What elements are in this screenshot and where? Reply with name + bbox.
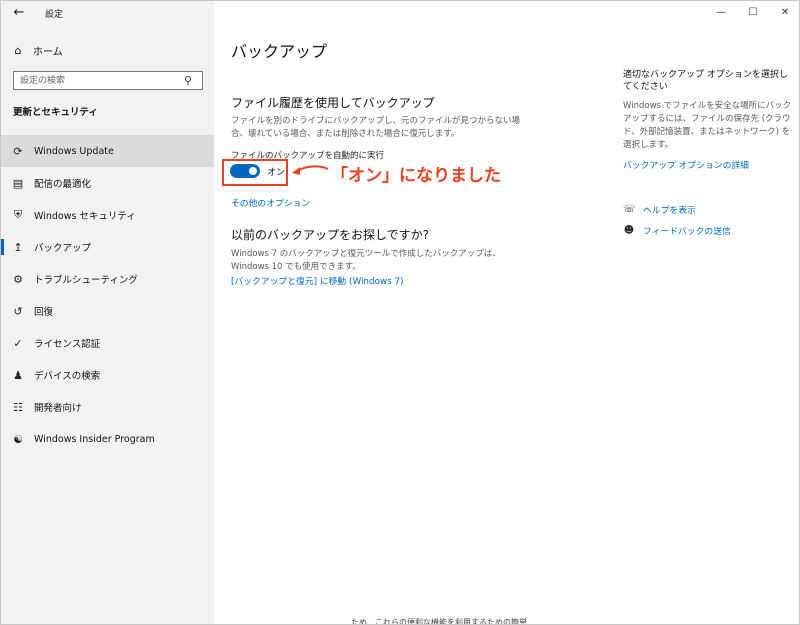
sidebar-item-activation[interactable]: ✓ ライセンス認証	[1, 327, 214, 359]
search-box[interactable]: ⚲	[13, 71, 203, 90]
section-title: 更新とセキュリティ	[13, 107, 98, 118]
background-peek-text: ため、これらの便利な機能を利用するための簡単	[351, 618, 527, 625]
file-history-heading: ファイル履歴を使用してバックアップ	[231, 96, 435, 110]
main-content: — ☐ ✕ バックアップ ファイル履歴を使用してバックアップ ファイルを別のドラ…	[214, 1, 799, 624]
back-arrow-icon[interactable]: ←	[9, 3, 29, 23]
feedback-icon: ☻	[623, 225, 635, 236]
sidebar-item-label: ライセンス認証	[34, 339, 101, 350]
sidebar-item-windows-update[interactable]: ⟳ Windows Update	[1, 135, 214, 167]
sidebar: ← 設定 ⌂ ホーム ⚲ 更新とセキュリティ ⟳ Windows Update …	[1, 1, 214, 624]
more-options-link[interactable]: その他のオプション	[231, 196, 310, 209]
home-icon: ⌂	[14, 43, 22, 57]
get-help-label: ヘルプを表示	[643, 206, 696, 216]
sidebar-item-windows-security[interactable]: ⛨ Windows セキュリティ	[1, 199, 214, 231]
settings-window: ← 設定 ⌂ ホーム ⚲ 更新とセキュリティ ⟳ Windows Update …	[0, 0, 800, 625]
sidebar-item-backup[interactable]: ↥ バックアップ	[1, 231, 214, 263]
sidebar-nav: ⟳ Windows Update ▤ 配信の最適化 ⛨ Windows セキュリ…	[1, 135, 214, 455]
sidebar-item-label: 回復	[34, 307, 54, 318]
get-help-link[interactable]: ☏ ヘルプを表示	[623, 203, 696, 216]
sidebar-item-label: バックアップ	[34, 243, 92, 254]
wrench-icon: ⚙	[13, 272, 23, 286]
older-backup-heading: 以前のバックアップをお探しですか?	[231, 228, 430, 242]
delivery-icon: ▤	[12, 176, 24, 190]
recovery-icon: ↺	[13, 304, 23, 318]
sidebar-item-label: Windows Update	[34, 145, 114, 157]
sidebar-item-find-device[interactable]: ♟ デバイスの検索	[1, 359, 214, 391]
sidebar-item-label: 配信の最適化	[34, 179, 92, 190]
search-input[interactable]	[14, 72, 179, 89]
close-icon[interactable]: ✕	[769, 1, 799, 25]
older-backup-description: Windows 7 のバックアップと復元ツールで作成したバックアップは、Wind…	[231, 249, 501, 272]
file-history-description: ファイルを別のドライブにバックアップし、元のファイルが見つからない場合、壊れてい…	[231, 116, 521, 139]
sidebar-item-troubleshoot[interactable]: ⚙ トラブルシューティング	[1, 263, 214, 295]
sidebar-item-label: Windows セキュリティ	[34, 211, 136, 222]
right-panel-heading: 適切なバックアップ オプションを選択してください	[623, 70, 788, 92]
sidebar-item-delivery-optimization[interactable]: ▤ 配信の最適化	[1, 167, 214, 199]
backup-icon: ↥	[13, 240, 23, 254]
annotation-text: 「オン」になりました	[331, 166, 501, 186]
window-controls: — ☐ ✕	[705, 1, 799, 25]
sidebar-item-label: トラブルシューティング	[34, 275, 138, 286]
sidebar-item-insider[interactable]: ☯ Windows Insider Program	[1, 423, 214, 455]
home-label: ホーム	[33, 46, 63, 58]
backup-restore-link[interactable]: [バックアップと復元] に移動 (Windows 7)	[231, 274, 404, 287]
sidebar-item-label: デバイスの検索	[34, 371, 101, 382]
right-panel-description: Windows でファイルを安全な場所にバックアップするには、ファイルの保存先 …	[623, 101, 792, 150]
minimize-icon[interactable]: —	[705, 1, 737, 25]
sidebar-item-developers[interactable]: ☷ 開発者向け	[1, 391, 214, 423]
app-title: 設定	[45, 10, 64, 20]
search-icon[interactable]: ⚲	[179, 74, 197, 87]
sync-icon: ⟳	[13, 144, 23, 158]
maximize-icon[interactable]: ☐	[737, 1, 769, 25]
sidebar-item-label: Windows Insider Program	[34, 433, 155, 445]
title-bar: ← 設定	[1, 1, 214, 25]
help-chat-icon: ☏	[623, 204, 636, 215]
sidebar-item-label: 開発者向け	[34, 403, 82, 414]
insider-icon: ☯	[13, 432, 23, 446]
person-location-icon: ♟	[13, 368, 23, 382]
sliders-icon: ☷	[13, 400, 23, 414]
feedback-label: フィードバックの送信	[643, 227, 731, 237]
check-circle-icon: ✓	[13, 336, 23, 350]
backup-details-link[interactable]: バックアップ オプションの詳細	[623, 158, 749, 171]
annotation-arrow-icon	[292, 165, 329, 175]
sidebar-item-recovery[interactable]: ↺ 回復	[1, 295, 214, 327]
home-link[interactable]: ⌂ ホーム	[11, 40, 63, 60]
annotation-highlight-box	[222, 159, 288, 186]
shield-icon: ⛨	[13, 208, 23, 221]
feedback-link[interactable]: ☻ フィードバックの送信	[623, 224, 731, 237]
page-title: バックアップ	[231, 42, 328, 61]
